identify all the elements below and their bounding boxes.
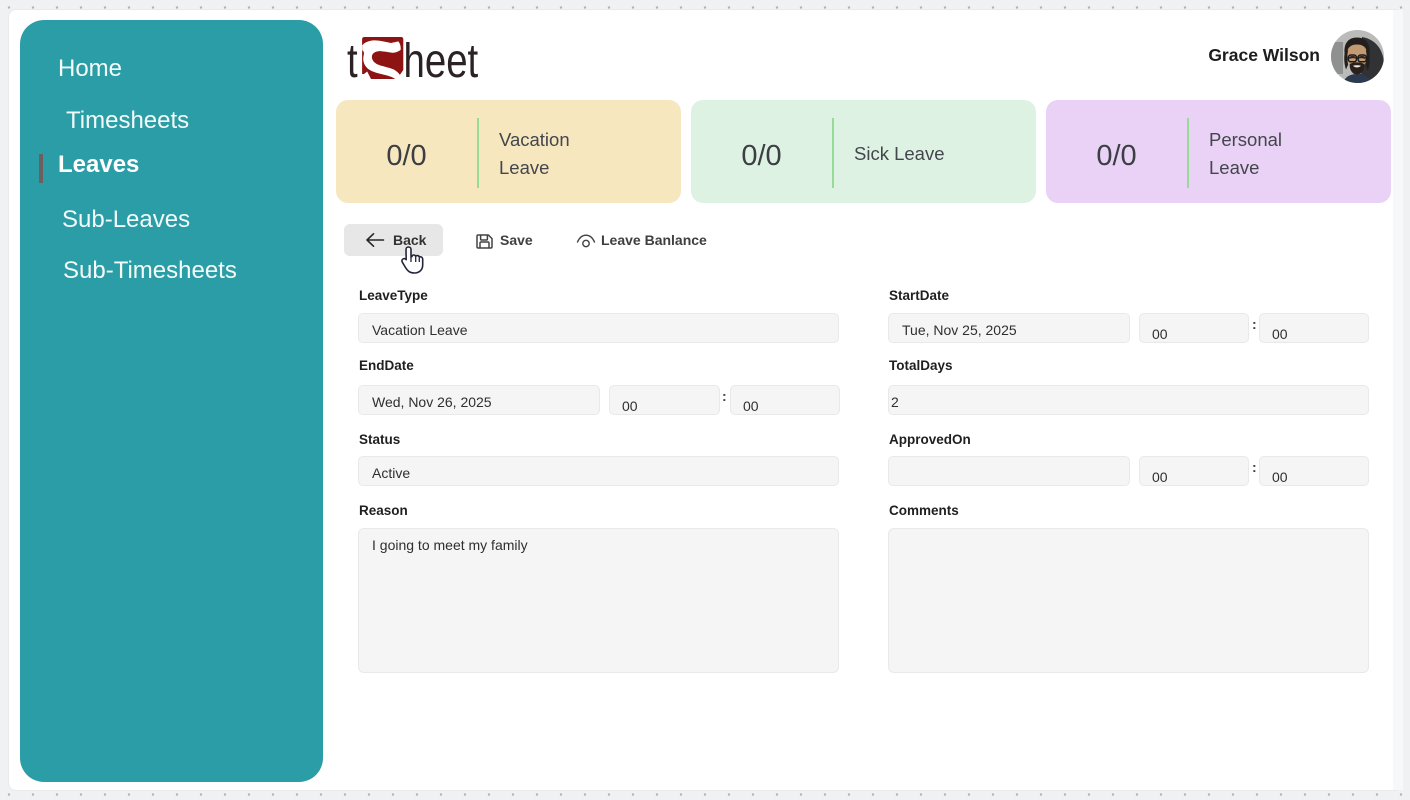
svg-text:heet: heet [404, 35, 479, 88]
svg-text:t: t [347, 35, 358, 88]
